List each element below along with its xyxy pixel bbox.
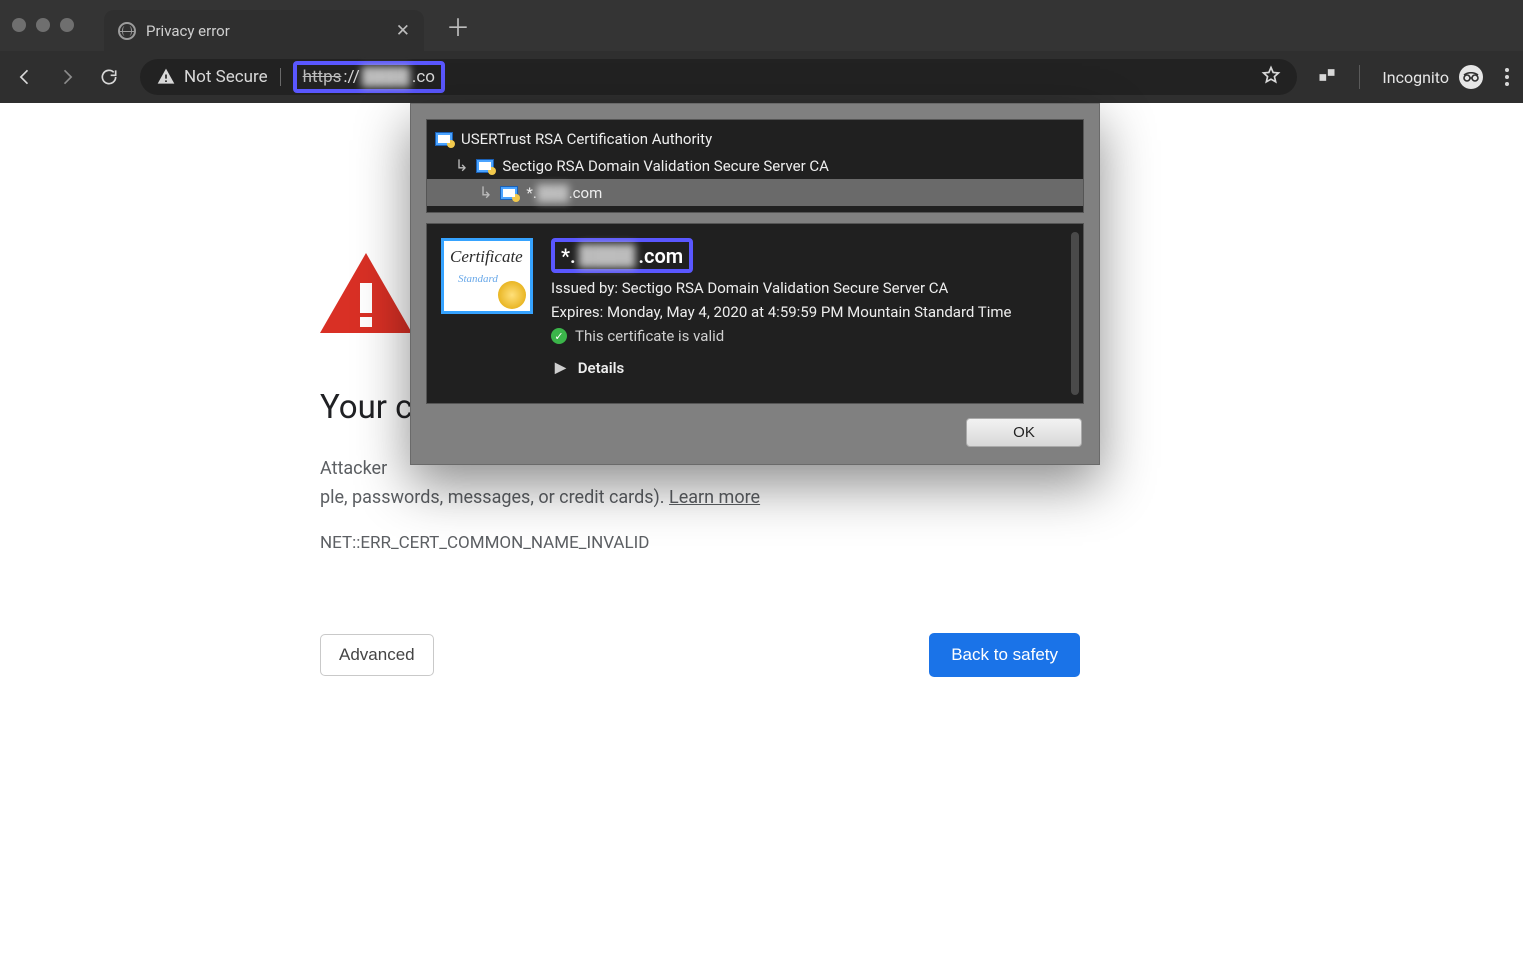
certificate-info-text: *.████.com Issued by: Sectigo RSA Domain… — [551, 238, 1012, 391]
certificate-chain-box: USERTrust RSA Certification Authority ↳ … — [426, 119, 1084, 213]
url-tld: .co — [412, 67, 435, 87]
back-button[interactable] — [14, 67, 36, 87]
globe-icon — [118, 22, 136, 40]
certificate-image-icon: Certificate Standard — [441, 238, 533, 314]
window-controls — [12, 18, 74, 32]
incognito-label: Incognito — [1382, 68, 1449, 87]
cert-chain-root-label: USERTrust RSA Certification Authority — [461, 130, 712, 148]
certificate-info-panel: Certificate Standard *.████.com Issued b… — [426, 223, 1084, 404]
tree-arrow-icon: ↳ — [479, 183, 492, 202]
address-bar[interactable]: Not Secure https:// ████ .co — [140, 59, 1297, 95]
forward-button[interactable] — [56, 67, 78, 87]
learn-more-link[interactable]: Learn more — [669, 487, 760, 508]
certificate-common-name-highlight: *.████.com — [551, 238, 693, 273]
window-minimize-button[interactable] — [36, 18, 50, 32]
window-zoom-button[interactable] — [60, 18, 74, 32]
cert-chain-root-row[interactable]: USERTrust RSA Certification Authority — [427, 126, 1083, 152]
certificate-dialog: USERTrust RSA Certification Authority ↳ … — [410, 103, 1100, 465]
certificate-icon — [435, 132, 453, 146]
tree-arrow-icon: ↳ — [455, 156, 468, 175]
certificate-icon — [500, 186, 518, 200]
incognito-indicator: Incognito — [1382, 65, 1483, 89]
toolbar-right-group: Incognito — [1317, 65, 1509, 89]
warning-icon — [156, 67, 176, 87]
interstitial-button-row: Advanced Back to safety — [320, 633, 1080, 677]
expires-text: Expires: Monday, May 4, 2020 at 4:59:59 … — [551, 303, 1012, 321]
url-host-redacted: ████ — [362, 67, 410, 87]
security-status[interactable]: Not Secure — [156, 67, 268, 87]
disclosure-triangle-icon: ▶ — [555, 360, 566, 376]
window-titlebar: Privacy error ✕ ＋ — [0, 0, 1523, 51]
cert-chain-intermediate-label: Sectigo RSA Domain Validation Secure Ser… — [502, 157, 829, 175]
back-to-safety-button[interactable]: Back to safety — [929, 633, 1080, 677]
warning-triangle-icon — [320, 253, 412, 333]
scrollbar[interactable] — [1071, 232, 1079, 395]
error-code: NET::ERR_CERT_COMMON_NAME_INVALID — [320, 533, 1523, 553]
extension-icon[interactable] — [1317, 65, 1337, 89]
advanced-button[interactable]: Advanced — [320, 634, 434, 676]
tab-close-button[interactable]: ✕ — [396, 21, 410, 41]
details-disclosure[interactable]: ▶ Details — [551, 351, 1012, 391]
cert-chain-intermediate-row[interactable]: ↳ Sectigo RSA Domain Validation Secure S… — [427, 152, 1083, 179]
browser-tab[interactable]: Privacy error ✕ — [104, 10, 424, 51]
browser-menu-button[interactable] — [1505, 68, 1509, 86]
cert-chain-leaf-label: *.███.com — [526, 184, 602, 202]
not-secure-label: Not Secure — [184, 67, 268, 87]
new-tab-button[interactable]: ＋ — [446, 8, 470, 43]
window-close-button[interactable] — [12, 18, 26, 32]
check-icon: ✓ — [551, 328, 567, 344]
certificate-icon — [476, 159, 494, 173]
bookmark-star-button[interactable] — [1261, 65, 1281, 90]
browser-toolbar: Not Secure https:// ████ .co Incognito — [0, 51, 1523, 103]
dialog-button-row: OK — [410, 410, 1100, 465]
separator — [1359, 65, 1360, 89]
ok-button[interactable]: OK — [966, 418, 1082, 447]
reload-button[interactable] — [98, 67, 120, 87]
details-label: Details — [578, 359, 624, 377]
incognito-icon — [1459, 65, 1483, 89]
separator — [280, 68, 281, 86]
url-highlight-box: https:// ████ .co — [293, 61, 445, 93]
issued-by-text: Issued by: Sectigo RSA Domain Validation… — [551, 279, 1012, 297]
valid-status: ✓ This certificate is valid — [551, 327, 1012, 345]
url-scheme: https — [303, 67, 342, 87]
cert-chain-leaf-row[interactable]: ↳ *.███.com — [427, 179, 1083, 206]
tab-title: Privacy error — [146, 22, 230, 40]
